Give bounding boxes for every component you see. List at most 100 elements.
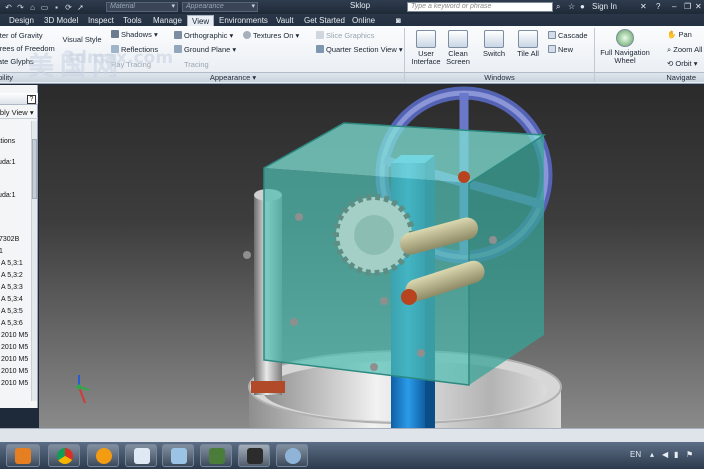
zoom-all-button[interactable]: ⌕ Zoom All — [667, 45, 702, 54]
material-combo-text: Material — [110, 3, 135, 10]
redo-icon[interactable]: ↷ — [16, 3, 25, 12]
orbit-icon: ⟲ — [667, 59, 674, 68]
browser-node[interactable]: 2010 M5 — [1, 367, 28, 376]
chevron-down-icon: ▾ — [29, 108, 34, 117]
tab-overflow-icon[interactable]: ◙ — [392, 15, 405, 26]
sign-in-button[interactable]: Sign In — [592, 2, 617, 12]
notepad-button[interactable] — [125, 444, 157, 467]
volume-icon[interactable]: ◀ — [662, 450, 668, 460]
browser-scrollbar[interactable] — [31, 121, 37, 401]
tab-get-started[interactable]: Get Started — [300, 15, 349, 26]
browser-node[interactable]: A 5,3:2 — [1, 271, 23, 280]
shadows-button[interactable]: Shadows ▾ — [111, 30, 158, 39]
tab-view[interactable]: View — [187, 15, 215, 26]
user-icon[interactable]: ● — [580, 2, 585, 12]
browser-node[interactable]: A 5,3:4 — [1, 295, 23, 304]
inventor-button[interactable] — [238, 444, 270, 467]
tile-all-icon — [518, 30, 538, 48]
browser-node[interactable]: Relations — [0, 137, 15, 146]
scrollbar-thumb[interactable] — [32, 139, 37, 199]
browser-node[interactable]: Posuda:1 — [0, 158, 16, 167]
browser-node[interactable]: 7302B — [0, 235, 19, 244]
browser-node[interactable]: 2010 M5 — [1, 379, 28, 388]
quarter-section-view-label: Quarter Section View — [326, 45, 397, 54]
chevron-up-icon[interactable]: ▴ — [650, 450, 654, 460]
system-tray: EN ▴ ◀ ▮ ⚑ — [600, 442, 704, 469]
tab-tools[interactable]: Tools — [119, 15, 146, 26]
switch-button[interactable]: Switch — [480, 30, 508, 58]
minimize-icon[interactable]: – — [672, 2, 676, 12]
orthographic-button[interactable]: Orthographic ▾ — [174, 31, 233, 40]
restore-icon[interactable]: ❐ — [684, 2, 691, 12]
textures-on-button[interactable]: Textures On ▾ — [243, 31, 299, 40]
clean-screen-label: Clean Screen — [446, 49, 470, 66]
orthographic-label: Orthographic — [184, 31, 228, 40]
desktop-button[interactable] — [200, 444, 232, 467]
graphics-viewport[interactable] — [39, 85, 704, 428]
material-combo[interactable]: Material ▾ — [106, 2, 178, 12]
pan-button[interactable]: ✋ Pan — [667, 30, 692, 39]
star-icon[interactable]: ☆ — [568, 2, 575, 12]
tab-environments[interactable]: Environments — [215, 15, 272, 26]
home-icon[interactable]: ⌂ — [28, 3, 37, 12]
network-icon[interactable]: ▮ — [674, 450, 678, 460]
browser-node[interactable]: 2010 M5 — [1, 343, 28, 352]
cascade-label: Cascade — [558, 31, 588, 40]
language-indicator[interactable]: EN — [630, 450, 641, 460]
user-interface-button[interactable]: User Interface — [410, 30, 442, 66]
calculator-button[interactable] — [162, 444, 194, 467]
full-navigation-wheel-button[interactable]: Full Navigation Wheel — [596, 29, 654, 65]
switch-icon — [484, 30, 504, 48]
browser-node[interactable]: 1 — [0, 247, 3, 256]
undo-icon[interactable]: ↶ — [4, 3, 13, 12]
browser-node[interactable]: 2010 M5 — [1, 331, 28, 340]
tab-online[interactable]: Online — [348, 15, 379, 26]
tab-design[interactable]: Design — [5, 15, 38, 26]
cascade-button[interactable]: Cascade — [548, 31, 588, 40]
tab-vault[interactable]: Vault — [272, 15, 298, 26]
windows-panel-label[interactable]: Windows — [405, 72, 594, 82]
ground-plane-button[interactable]: Ground Plane ▾ — [174, 45, 236, 54]
tab-inspect[interactable]: Inspect — [84, 15, 118, 26]
orbit-button[interactable]: ⟲ Orbit ▾ — [667, 59, 698, 68]
select-icon[interactable]: ➚ — [76, 3, 85, 12]
appearance-combo[interactable]: Appearance ▾ — [182, 2, 258, 12]
browser-view-label: Assembly View — [0, 108, 28, 117]
browser-node[interactable]: A 5,3:1 — [1, 259, 23, 268]
model-render — [76, 86, 562, 428]
model-browser: ? Assembly View ▾ Relations Posuda:1 Pos… — [0, 85, 38, 408]
browser-node[interactable]: 2010 M5 — [1, 355, 28, 364]
tab-manage[interactable]: Manage — [149, 15, 186, 26]
close-icon[interactable]: ✕ — [695, 2, 702, 12]
media-player-button[interactable] — [6, 444, 40, 467]
open-icon[interactable]: ▭ — [40, 3, 49, 12]
tile-all-button[interactable]: Tile All — [512, 30, 544, 58]
save-icon[interactable]: ▪ — [52, 3, 61, 12]
exchange-icon[interactable]: ✕ — [640, 2, 647, 12]
tab-3d-model[interactable]: 3D Model — [40, 15, 82, 26]
chrome-button[interactable] — [48, 444, 80, 467]
app-button[interactable] — [87, 444, 119, 467]
browser-node[interactable]: A 5,3:6 — [1, 319, 23, 328]
center-of-gravity-toggle[interactable]: Center of Gravity — [0, 31, 43, 40]
browser-node[interactable]: Posuda:1 — [0, 191, 16, 200]
clean-screen-button[interactable]: Clean Screen — [444, 30, 472, 66]
update-icon[interactable]: ⟳ — [64, 3, 73, 12]
flag-icon[interactable]: ⚑ — [686, 450, 693, 460]
visual-style-button[interactable]: Visual Style — [62, 36, 102, 44]
browser-node[interactable]: A 5,3:3 — [1, 283, 23, 292]
help-icon[interactable]: ? — [656, 2, 660, 12]
browser-node[interactable]: A 5,3:5 — [1, 307, 23, 316]
pinion-gear — [333, 194, 415, 276]
paint-button[interactable] — [276, 444, 308, 467]
new-window-button[interactable]: New — [548, 45, 573, 54]
help-search-input[interactable]: Type a keyword or phrase — [407, 2, 553, 12]
help-icon[interactable]: ? — [27, 95, 36, 104]
shadows-icon — [111, 30, 119, 38]
navigate-panel-label[interactable]: Navigate — [595, 72, 704, 82]
browser-view-dropdown[interactable]: Assembly View ▾ — [0, 107, 38, 119]
slice-icon — [316, 31, 324, 39]
search-icon[interactable]: ⌕ — [556, 2, 560, 12]
quarter-section-view-button[interactable]: Quarter Section View ▾ — [316, 45, 403, 54]
slice-graphics-button[interactable]: Slice Graphics — [316, 31, 374, 40]
